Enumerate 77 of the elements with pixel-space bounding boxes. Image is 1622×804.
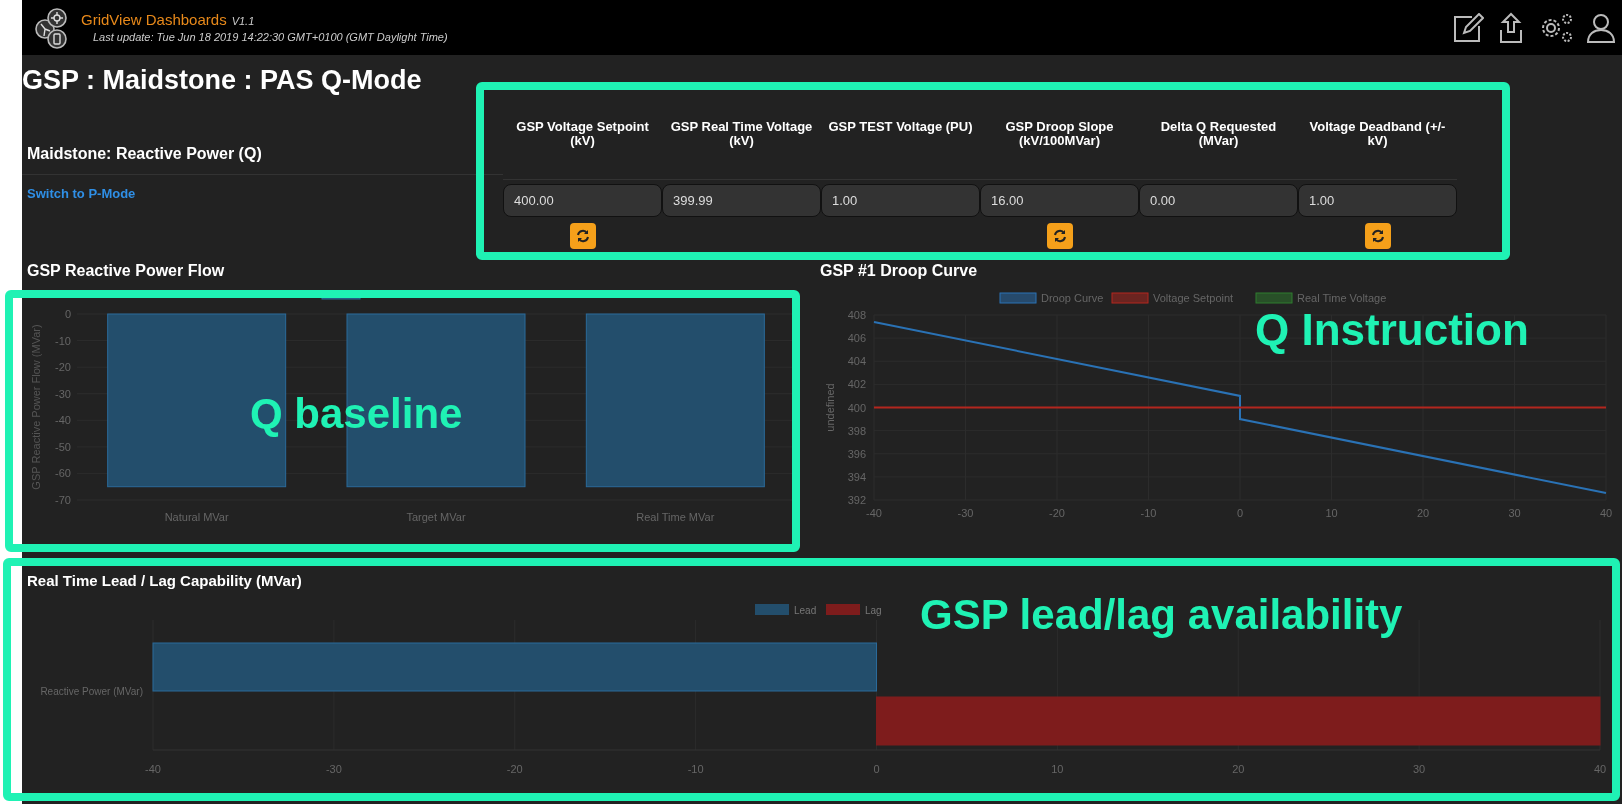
annotation-label: Q Instruction — [1255, 308, 1529, 352]
tick-label: 20 — [1232, 763, 1245, 775]
column-header: GSP TEST Voltage (PU) — [821, 118, 980, 180]
tick-label: 400 — [847, 401, 866, 414]
panel-title: GSP #1 Droop Curve — [820, 262, 978, 279]
legend-label: Voltage Setpoint — [1153, 292, 1234, 304]
version-label: V1.1 — [231, 14, 255, 30]
tick-label: 398 — [847, 424, 866, 437]
tick-label: 30 — [1508, 507, 1521, 519]
tick-label: 392 — [847, 494, 866, 506]
legend-label: Lead — [794, 605, 817, 616]
tick-label: 30 — [1413, 763, 1426, 775]
edit-icon[interactable] — [1452, 12, 1484, 43]
legend-label: Real Time Voltage — [1297, 292, 1387, 304]
page-title: GSP : Maidstone : PAS Q-Mode — [22, 64, 423, 96]
tick-label: 10 — [1051, 763, 1064, 775]
mode-link[interactable]: Switch to P-Mode — [27, 186, 136, 201]
value-field[interactable]: 0.00 — [1139, 184, 1298, 217]
category-label: Natural MVar — [164, 511, 229, 523]
annotation-label: Q baseline — [250, 393, 463, 435]
refresh-icon — [1370, 229, 1385, 243]
column-header: GSP Real Time Voltage (kV) — [662, 118, 821, 180]
refresh-button[interactable] — [1046, 223, 1073, 249]
tick-label: -20 — [1049, 507, 1065, 519]
tick-label: 40 — [1599, 507, 1613, 519]
tick-label: 0 — [1236, 507, 1244, 519]
legend-label: Lag — [865, 605, 882, 616]
tick-label: -40 — [145, 763, 161, 775]
category-label: Real Time MVar — [636, 511, 715, 523]
user-icon[interactable] — [1586, 11, 1616, 44]
tick-label: -20 — [55, 361, 71, 374]
app-title: GridView Dashboards — [81, 11, 227, 29]
tick-label: -40 — [866, 507, 882, 519]
tick-label: 408 — [847, 309, 866, 321]
column-header: GSP Voltage Setpoint (kV) — [503, 118, 662, 180]
column-header: Voltage Deadband (+/- kV) — [1298, 118, 1457, 180]
section-title: Maidstone: Reactive Power (Q) — [27, 145, 262, 162]
tick-label: 402 — [847, 378, 866, 391]
column-header: GSP Droop Slope (kV/100MVar) — [980, 118, 1139, 180]
tick-label: -30 — [55, 387, 71, 400]
refresh-button[interactable] — [569, 223, 596, 249]
refresh-icon — [1052, 229, 1067, 243]
value-field[interactable]: 400.00 — [503, 184, 662, 217]
column-header: Delta Q Requested (MVar) — [1139, 118, 1298, 180]
tick-label: -30 — [957, 507, 974, 519]
tick-label: 10 — [1325, 507, 1338, 519]
tick-label: 406 — [847, 332, 866, 345]
value-field[interactable]: 16.00 — [980, 184, 1139, 217]
tick-label: -10 — [1140, 507, 1157, 519]
tick-label: -40 — [55, 414, 71, 427]
refresh-icon — [575, 229, 590, 243]
value-field[interactable]: 1.00 — [1298, 184, 1457, 217]
tick-label: -10 — [687, 763, 704, 775]
tick-label: -50 — [55, 440, 71, 453]
tick-label: -70 — [55, 494, 71, 506]
tick-label: 394 — [847, 470, 866, 483]
panel-title: Real Time Lead / Lag Capability (MVar) — [27, 572, 302, 589]
tick-label: 0 — [873, 763, 880, 775]
tick-label: -20 — [506, 763, 523, 775]
panel-title: GSP Reactive Power Flow — [27, 262, 225, 279]
tick-label: -10 — [55, 334, 71, 347]
value-field[interactable]: 399.99 — [662, 184, 821, 217]
value-field[interactable]: 1.00 — [821, 184, 980, 217]
legend-label: Droop Curve — [1041, 292, 1104, 304]
category-label: Target MVar — [406, 511, 466, 523]
annotation-label: GSP lead/lag availability — [920, 594, 1403, 636]
last-update-text: Last update: Tue Jun 18 2019 14:22:30 GMT+0100 (GMT Daylight Time) — [93, 29, 448, 44]
tick-label: 404 — [847, 355, 866, 368]
category-label: Reactive Power (MVar) — [40, 686, 143, 697]
tick-label: 0 — [64, 308, 71, 320]
refresh-button[interactable] — [1364, 223, 1391, 249]
tick-label: -30 — [325, 763, 342, 775]
tick-label: -60 — [55, 467, 71, 480]
axis-title: undefined — [824, 383, 836, 432]
tick-label: 396 — [847, 447, 866, 460]
tick-label: 40 — [1593, 763, 1607, 775]
tick-label: 20 — [1416, 507, 1430, 519]
